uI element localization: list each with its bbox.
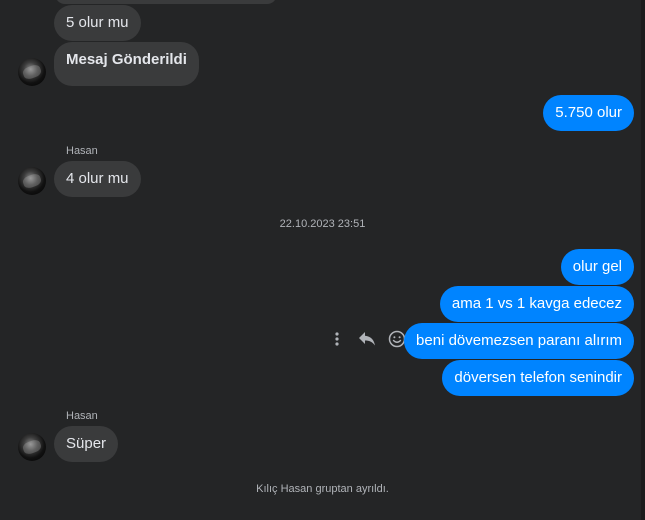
scrollbar[interactable] — [641, 0, 645, 520]
message-bubble-incoming[interactable]: 5 olur mu — [54, 5, 141, 41]
previous-message-bubble — [55, 0, 277, 4]
message-text: 5.750 olur — [555, 104, 622, 121]
avatar[interactable] — [18, 167, 46, 195]
message-bubble-outgoing[interactable]: beni dövemezsen paranı alırım — [404, 323, 634, 359]
more-vertical-icon[interactable] — [325, 327, 349, 351]
reply-icon[interactable] — [355, 327, 379, 351]
message-bubble-outgoing[interactable]: ama 1 vs 1 kavga edecez — [439, 286, 634, 322]
message-text: beni dövemezsen paranı alırım — [416, 332, 622, 349]
message-actions — [325, 327, 409, 351]
system-notice: Kılıç Hasan gruptan ayrıldı. — [256, 483, 389, 495]
avatar[interactable] — [18, 433, 46, 461]
message-bubble-incoming[interactable]: Süper — [54, 426, 119, 462]
timestamp: 22.10.2023 23:51 — [279, 218, 366, 230]
message-bubble-incoming[interactable]: Mesaj Gönderildi — [54, 42, 199, 86]
message-bubble-outgoing[interactable]: olur gel — [560, 249, 634, 285]
message-text: döversen telefon senindir — [454, 369, 622, 386]
message-text: Mesaj Gönderildi — [66, 51, 187, 68]
message-text: 5 olur mu — [66, 14, 129, 31]
message-text: olur gel — [572, 258, 622, 275]
avatar[interactable] — [18, 58, 46, 86]
message-bubble-outgoing[interactable]: döversen telefon senindir — [442, 360, 634, 396]
message-bubble-outgoing[interactable]: 5.750 olur — [543, 95, 634, 131]
message-text: 4 olur mu — [66, 170, 129, 187]
message-text: ama 1 vs 1 kavga edecez — [451, 295, 622, 312]
message-text: Süper — [66, 435, 107, 452]
sender-name: Hasan — [66, 145, 98, 157]
message-bubble-incoming[interactable]: 4 olur mu — [54, 161, 141, 197]
sender-name: Hasan — [66, 410, 98, 422]
